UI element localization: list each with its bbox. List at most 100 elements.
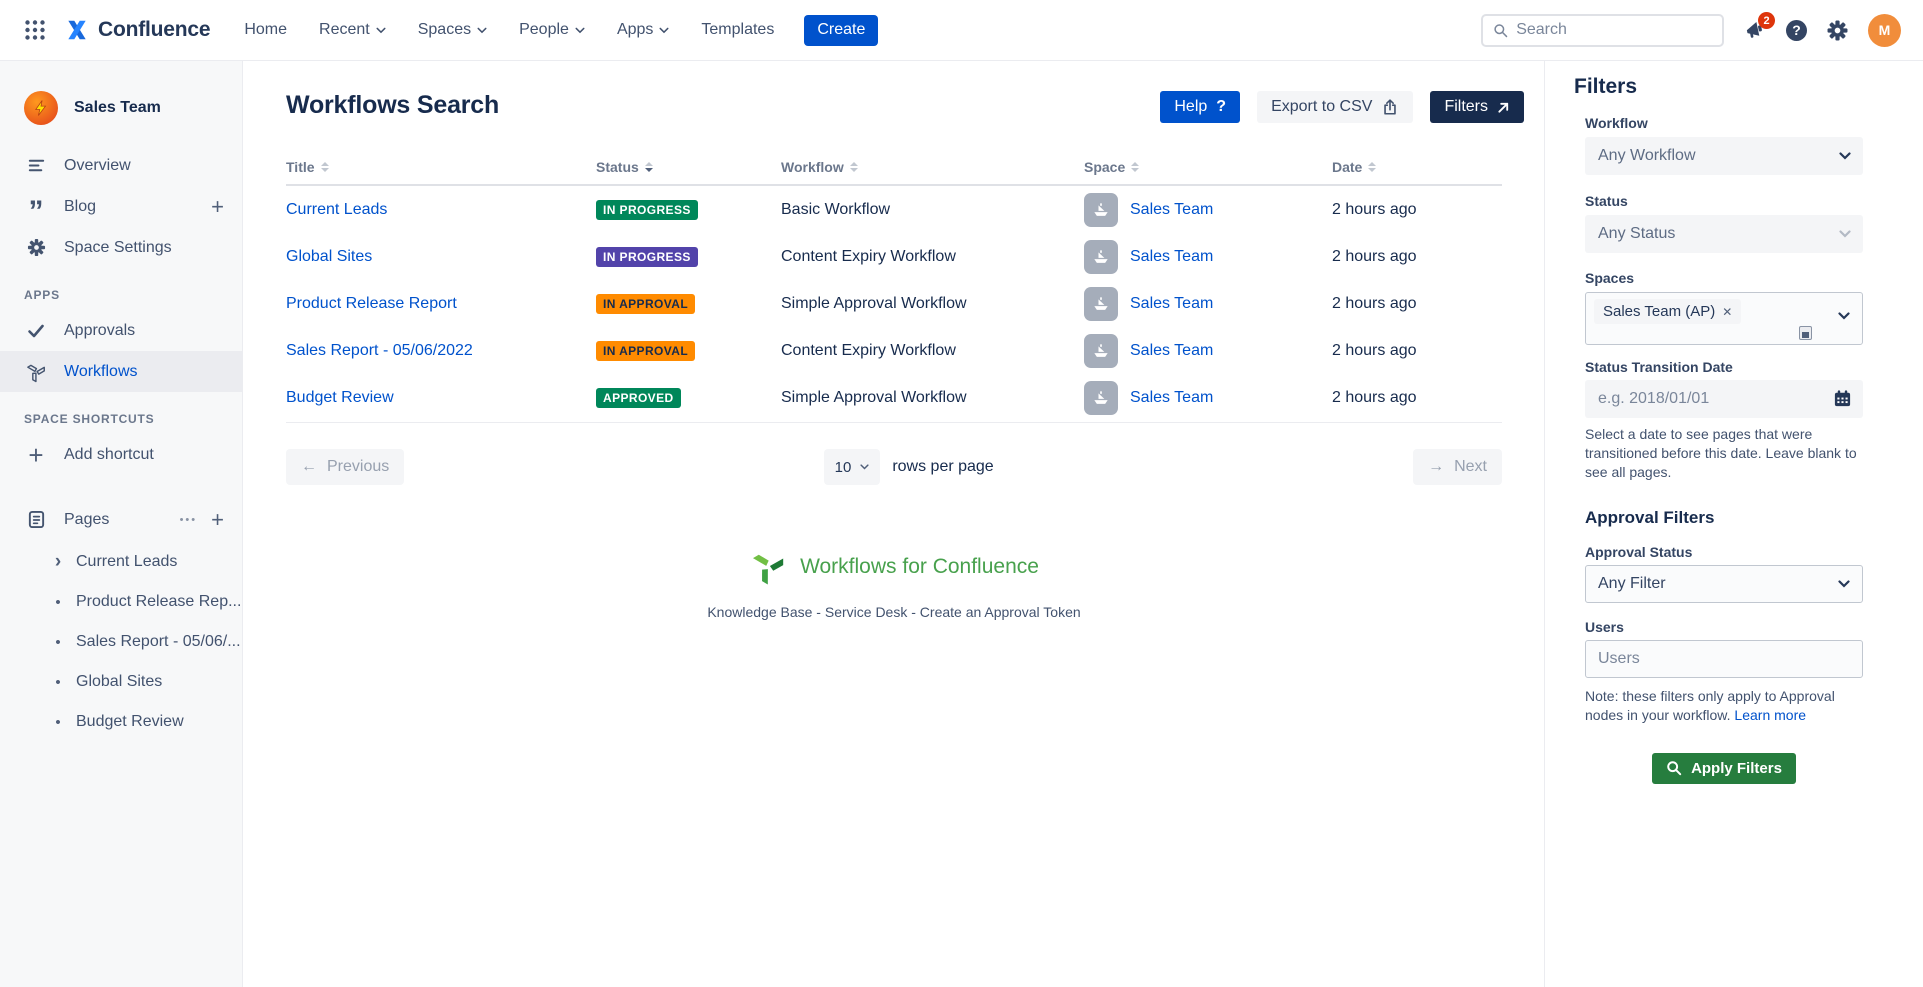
chevron-down-icon — [1838, 580, 1850, 588]
space-link[interactable]: Sales Team — [1130, 295, 1213, 313]
transition-date-label: Status Transition Date — [1585, 359, 1863, 375]
calendar-icon[interactable] — [1833, 389, 1852, 413]
nav-home[interactable]: Home — [244, 21, 287, 39]
sidebar-item-space-settings[interactable]: Space Settings — [0, 227, 242, 268]
next-page-button[interactable]: → Next — [1413, 449, 1502, 485]
confluence-home-link[interactable]: Confluence — [64, 17, 210, 43]
sidebar-item-pages[interactable]: Pages ••• + — [0, 499, 242, 540]
sidebar-item-overview[interactable]: Overview — [0, 145, 242, 186]
filters-toggle-button[interactable]: Filters — [1430, 91, 1524, 123]
column-header-workflow[interactable]: Workflow — [781, 159, 1084, 175]
spaces-select-indicator-icon — [1799, 326, 1812, 340]
space-link[interactable]: Sales Team — [1130, 248, 1213, 266]
question-icon: ? — [1216, 98, 1226, 116]
apply-filters-button[interactable]: Apply Filters — [1652, 753, 1796, 784]
space-shortcuts-heading: SPACE SHORTCUTS — [0, 412, 242, 426]
space-header[interactable]: Sales Team — [0, 91, 242, 125]
column-header-date[interactable]: Date — [1332, 159, 1502, 175]
status-filter-select[interactable]: Any Status — [1585, 215, 1863, 253]
page-tree-item[interactable]: • Budget Review — [0, 702, 242, 742]
page-title-link[interactable]: Sales Report - 05/06/2022 — [286, 342, 473, 359]
main-content: Workflows Search Help ? Export to CSV Fi… — [243, 61, 1544, 987]
chevron-down-icon — [1839, 230, 1851, 238]
previous-page-button[interactable]: ← Previous — [286, 449, 404, 485]
remove-chip-icon[interactable]: ✕ — [1722, 305, 1732, 319]
help-button-main[interactable]: Help ? — [1160, 91, 1240, 123]
bullet-icon: • — [52, 674, 64, 691]
search-input[interactable] — [1516, 21, 1712, 39]
page-icon — [24, 510, 48, 529]
nav-spaces[interactable]: Spaces — [418, 21, 487, 39]
space-ship-icon — [1084, 193, 1118, 227]
approval-status-select[interactable]: Any Filter — [1585, 565, 1863, 603]
settings-button[interactable] — [1827, 20, 1848, 41]
page-tree-item[interactable]: › Current Leads — [0, 542, 242, 582]
help-button[interactable]: ? — [1786, 20, 1807, 41]
column-header-status[interactable]: Status — [596, 159, 781, 175]
workflow-name: Content Expiry Workflow — [781, 342, 1084, 360]
column-header-title[interactable]: Title — [286, 159, 596, 175]
footer-link-service-desk[interactable]: Service Desk — [825, 604, 907, 620]
pages-tree: › Current Leads • Product Release Rep...… — [0, 542, 242, 742]
global-search[interactable] — [1481, 14, 1724, 47]
plus-icon: + — [24, 445, 48, 465]
date-value: 2 hours ago — [1332, 342, 1502, 360]
page-tree-item[interactable]: • Sales Report - 05/06/... — [0, 622, 242, 662]
expand-chevron-icon[interactable]: › — [52, 555, 64, 569]
workflow-filter-select[interactable]: Any Workflow — [1585, 137, 1863, 175]
nav-templates[interactable]: Templates — [701, 21, 774, 39]
transition-date-input[interactable] — [1598, 390, 1798, 408]
page-title-link[interactable]: Product Release Report — [286, 295, 457, 312]
question-icon: ? — [1786, 20, 1807, 41]
footer-link-approval-token[interactable]: Create an Approval Token — [920, 604, 1081, 620]
table-row: Global Sites IN PROGRESS Content Expiry … — [286, 233, 1502, 280]
sidebar-item-add-shortcut[interactable]: + Add shortcut — [0, 434, 242, 475]
nav-apps[interactable]: Apps — [617, 21, 669, 39]
learn-more-link[interactable]: Learn more — [1734, 707, 1806, 723]
space-link[interactable]: Sales Team — [1130, 201, 1213, 219]
sidebar-item-workflows[interactable]: Workflows — [0, 351, 242, 392]
spaces-filter-multiselect[interactable]: Sales Team (AP) ✕ — [1585, 292, 1863, 345]
app-switcher-icon[interactable] — [24, 19, 46, 41]
grid-icon — [24, 19, 46, 41]
nav-people[interactable]: People — [519, 21, 585, 39]
chevron-down-icon — [1838, 312, 1850, 320]
transition-date-field[interactable] — [1585, 380, 1863, 418]
workflow-name: Basic Workflow — [781, 201, 1084, 219]
footer-link-knowledge-base[interactable]: Knowledge Base — [707, 604, 812, 620]
bullet-icon: • — [52, 594, 64, 611]
table-row: Budget Review APPROVED Simple Approval W… — [286, 374, 1502, 421]
sort-icon — [321, 162, 329, 172]
sidebar-item-approvals[interactable]: Approvals — [0, 310, 242, 351]
space-link[interactable]: Sales Team — [1130, 389, 1213, 407]
workflow-name: Simple Approval Workflow — [781, 295, 1084, 313]
pages-more-icon[interactable]: ••• — [180, 514, 198, 526]
users-filter-field[interactable] — [1585, 640, 1863, 678]
page-title-link[interactable]: Global Sites — [286, 248, 372, 265]
table-row: Product Release Report IN APPROVAL Simpl… — [286, 280, 1502, 327]
users-input[interactable] — [1598, 650, 1828, 668]
nav-recent[interactable]: Recent — [319, 21, 386, 39]
quote-icon: ” — [24, 197, 48, 217]
export-csv-button[interactable]: Export to CSV — [1257, 91, 1413, 123]
notifications-button[interactable]: 2 — [1744, 19, 1766, 41]
sidebar-item-blog[interactable]: ” Blog + — [0, 186, 242, 227]
create-button[interactable]: Create — [804, 15, 878, 46]
user-avatar[interactable]: M — [1868, 14, 1901, 47]
page-title-link[interactable]: Budget Review — [286, 389, 394, 406]
add-blog-icon[interactable]: + — [211, 197, 224, 217]
search-icon — [1666, 760, 1682, 776]
date-value: 2 hours ago — [1332, 295, 1502, 313]
gear-icon — [1827, 20, 1848, 41]
page-title-link[interactable]: Current Leads — [286, 201, 387, 218]
column-header-space[interactable]: Space — [1084, 159, 1332, 175]
bullet-icon: • — [52, 634, 64, 651]
notification-badge: 2 — [1758, 12, 1775, 29]
add-page-icon[interactable]: + — [211, 510, 224, 530]
page-tree-item[interactable]: • Global Sites — [0, 662, 242, 702]
rows-per-page-select[interactable]: 10 — [824, 449, 881, 485]
approval-filters-note: Note: these filters only apply to Approv… — [1585, 687, 1873, 726]
space-link[interactable]: Sales Team — [1130, 342, 1213, 360]
chevron-down-icon — [659, 27, 669, 34]
page-tree-item[interactable]: • Product Release Rep... — [0, 582, 242, 622]
